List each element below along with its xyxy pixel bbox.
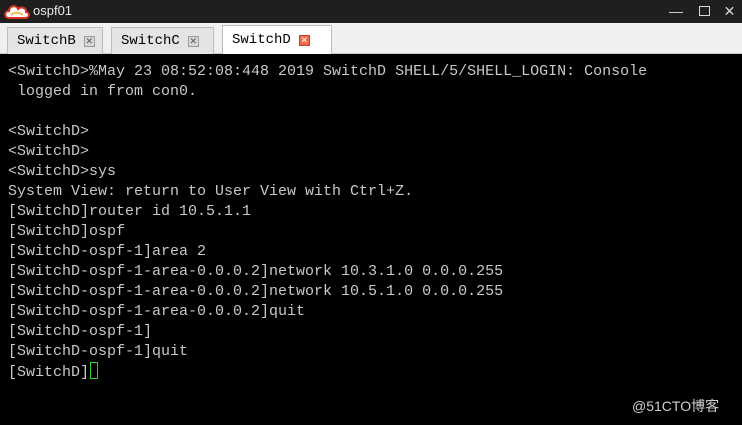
- tab-label: SwitchD: [232, 32, 291, 48]
- terminal-line: [SwitchD-ospf-1-area-0.0.0.2]quit: [8, 303, 306, 320]
- watermark: @51CTO博客: [632, 398, 720, 414]
- terminal-line: [SwitchD-ospf-1]area 2: [8, 243, 207, 260]
- close-icon[interactable]: ✕: [717, 0, 742, 23]
- terminal-line: [SwitchD-ospf-1-area-0.0.0.2]network 10.…: [8, 283, 504, 300]
- tab-switchc[interactable]: SwitchC ✕: [111, 27, 214, 54]
- terminal-prompt-line: [SwitchD]: [8, 362, 99, 383]
- tab-close-icon[interactable]: ✕: [187, 35, 199, 47]
- vertical-scrollbar[interactable]: [734, 54, 742, 425]
- terminal-line: System View: return to User View with Ct…: [8, 183, 414, 200]
- terminal-line: [SwitchD-ospf-1]quit: [8, 343, 189, 360]
- terminal-line: <SwitchD>sys: [8, 163, 117, 180]
- text-cursor: [90, 362, 99, 379]
- terminal-line: <SwitchD>: [8, 123, 90, 140]
- maximize-icon[interactable]: [690, 0, 718, 23]
- tab-close-icon[interactable]: ✕: [298, 34, 310, 46]
- tab-close-icon[interactable]: ✕: [83, 35, 95, 47]
- terminal-output[interactable]: <SwitchD>%May 23 08:52:08:448 2019 Switc…: [0, 54, 742, 425]
- terminal-line: <SwitchD>%May 23 08:52:08:448 2019 Switc…: [8, 63, 648, 80]
- window-title: ospf01: [33, 3, 73, 18]
- tab-switchd[interactable]: SwitchD ✕: [222, 25, 332, 54]
- tab-bar: SwitchB ✕ SwitchC ✕ SwitchD ✕: [0, 23, 742, 54]
- terminal-line: [SwitchD-ospf-1]: [8, 323, 153, 340]
- title-bar: ospf01 — ✕: [0, 0, 742, 23]
- terminal-line: [SwitchD-ospf-1-area-0.0.0.2]network 10.…: [8, 263, 504, 280]
- minimize-icon[interactable]: —: [662, 0, 690, 23]
- cloud-icon: [3, 3, 31, 20]
- terminal-line: [SwitchD]ospf: [8, 223, 126, 240]
- terminal-line: logged in from con0.: [8, 83, 198, 100]
- tab-switchb[interactable]: SwitchB ✕: [7, 27, 103, 54]
- tab-label: SwitchC: [121, 33, 180, 49]
- terminal-line: [SwitchD]router id 10.5.1.1: [8, 203, 252, 220]
- terminal-line: <SwitchD>: [8, 143, 90, 160]
- tab-label: SwitchB: [17, 33, 76, 49]
- terminal-prompt: [SwitchD]: [8, 364, 90, 381]
